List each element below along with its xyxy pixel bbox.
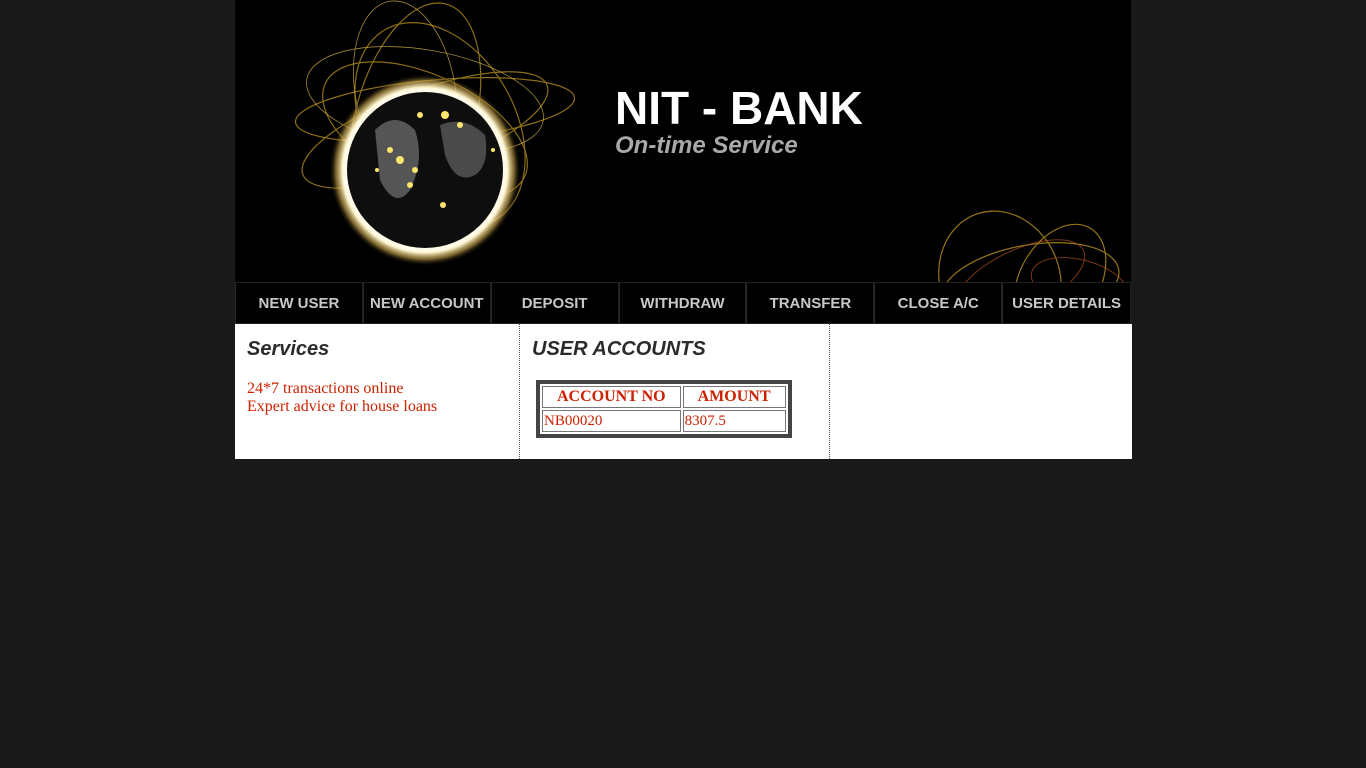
content-area: Services 24*7 transactions online Expert… bbox=[235, 324, 1132, 459]
accounts-heading: USER ACCOUNTS bbox=[532, 338, 706, 360]
service-item: 24*7 transactions online bbox=[247, 380, 404, 397]
site-header: NIT - BANK On-time Service bbox=[235, 0, 1131, 282]
column-header-amount: AMOUNT bbox=[682, 386, 786, 408]
site-tagline: On-time Service bbox=[615, 132, 798, 159]
services-column: Services 24*7 transactions online Expert… bbox=[235, 324, 520, 459]
nav-withdraw[interactable]: WITHDRAW bbox=[618, 282, 747, 324]
nav-close-account[interactable]: CLOSE A/C bbox=[874, 282, 1003, 324]
empty-right-column bbox=[830, 324, 1132, 459]
corner-decoration-image bbox=[938, 210, 1130, 282]
accounts-table: ACCOUNT NO AMOUNT NB00020 8307.5 bbox=[536, 380, 792, 438]
service-item: Expert advice for house loans bbox=[247, 398, 438, 415]
table-header-row: ACCOUNT NO AMOUNT bbox=[542, 386, 786, 408]
nav-user-details[interactable]: USER DETAILS bbox=[1002, 282, 1131, 324]
nav-new-account[interactable]: NEW ACCOUNT bbox=[362, 282, 491, 324]
account-no-cell: NB00020 bbox=[542, 410, 681, 432]
column-header-account-no: ACCOUNT NO bbox=[542, 386, 681, 408]
table-row: NB00020 8307.5 bbox=[542, 410, 786, 432]
amount-cell: 8307.5 bbox=[682, 410, 786, 432]
page-wrapper: NIT - BANK On-time Service NEW USER NEW … bbox=[235, 0, 1132, 459]
services-heading: Services bbox=[247, 338, 330, 360]
nav-new-user[interactable]: NEW USER bbox=[235, 282, 363, 324]
nav-transfer[interactable]: TRANSFER bbox=[746, 282, 875, 324]
site-title: NIT - BANK bbox=[615, 82, 863, 134]
nav-deposit[interactable]: DEPOSIT bbox=[490, 282, 619, 324]
main-nav: NEW USER NEW ACCOUNT DEPOSIT WITHDRAW TR… bbox=[235, 282, 1131, 324]
accounts-column: USER ACCOUNTS ACCOUNT NO AMOUNT NB00020 … bbox=[520, 324, 830, 459]
globe-banner-image bbox=[294, 0, 576, 266]
